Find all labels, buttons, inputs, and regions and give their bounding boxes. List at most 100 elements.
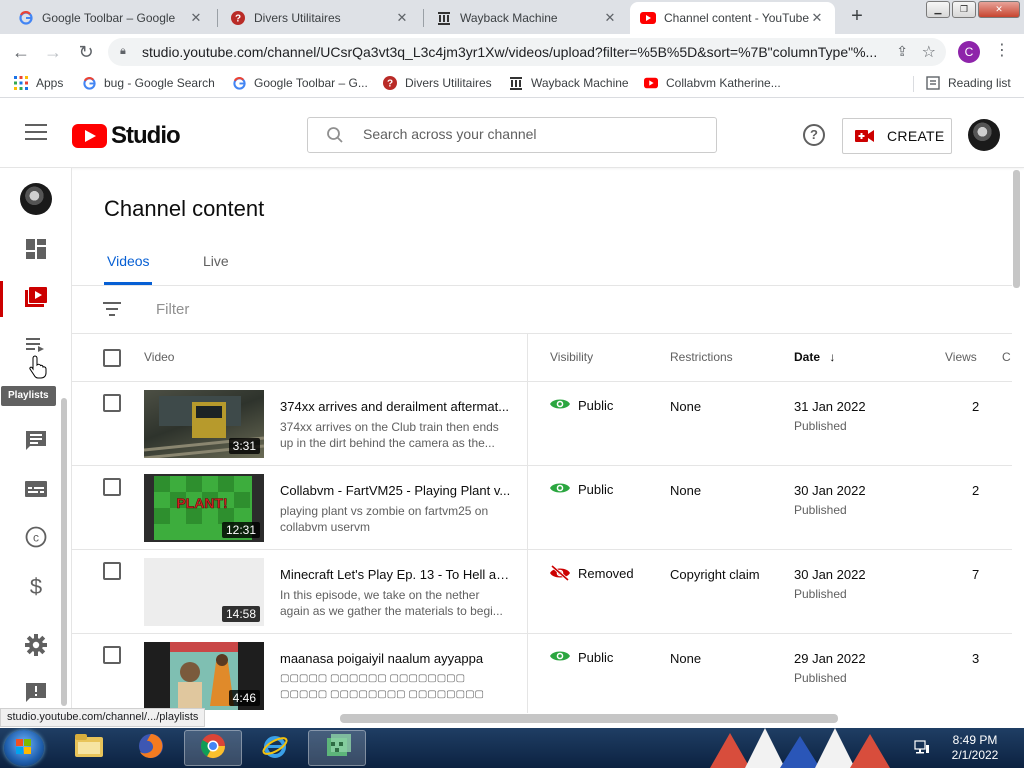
row-checkbox[interactable] bbox=[103, 394, 121, 412]
publish-status: Published bbox=[794, 671, 847, 685]
taskbar-app[interactable] bbox=[308, 730, 366, 766]
close-icon[interactable]: ✕ bbox=[809, 10, 825, 26]
filter-input[interactable]: Filter bbox=[156, 301, 189, 318]
row-checkbox[interactable] bbox=[103, 646, 121, 664]
divider bbox=[72, 285, 1012, 286]
tab-wayback-machine[interactable]: Wayback Machine ✕ bbox=[426, 2, 628, 34]
taskbar-firefox[interactable] bbox=[122, 730, 180, 766]
reload-icon[interactable]: ↻ bbox=[75, 42, 97, 64]
new-tab-button[interactable]: + bbox=[846, 6, 868, 28]
account-avatar[interactable] bbox=[968, 119, 1000, 151]
video-title[interactable]: Minecraft Let's Play Ep. 13 - To Hell an… bbox=[280, 567, 512, 582]
row-checkbox[interactable] bbox=[103, 562, 121, 580]
video-thumbnail[interactable]: PLANT! 12:31 bbox=[144, 474, 264, 542]
visibility-cell[interactable]: Public bbox=[550, 649, 613, 665]
visibility-label: Removed bbox=[578, 565, 634, 581]
video-row[interactable]: 4:46 maanasa poigaiyil naalum ayyappa ▢▢… bbox=[72, 634, 1012, 713]
forward-arrow-icon[interactable]: → bbox=[42, 42, 64, 64]
restrictions-cell[interactable]: Copyright claim bbox=[670, 567, 760, 582]
browser-menu-icon[interactable]: ⋮ bbox=[994, 40, 1010, 60]
taskbar-internet-explorer[interactable] bbox=[246, 730, 304, 766]
column-header-comments[interactable]: C bbox=[1002, 350, 1011, 364]
link-status-bar: studio.youtube.com/channel/.../playlists bbox=[0, 708, 206, 727]
video-thumbnail[interactable]: 4:46 bbox=[144, 642, 264, 710]
rail-scrollbar[interactable] bbox=[61, 398, 67, 706]
row-checkbox[interactable] bbox=[103, 478, 121, 496]
reading-list-button[interactable]: Reading list bbox=[926, 76, 1011, 90]
share-icon[interactable]: ⇪ bbox=[896, 43, 908, 60]
filter-icon[interactable] bbox=[103, 302, 121, 321]
close-window-button[interactable]: ✕ bbox=[978, 1, 1020, 18]
bookmark-google-toolbar[interactable]: Google Toolbar – G... bbox=[232, 76, 368, 90]
restrictions-cell: None bbox=[670, 483, 702, 498]
bookmark-star-icon[interactable]: ☆ bbox=[922, 42, 936, 62]
profile-avatar[interactable]: C bbox=[958, 41, 980, 63]
channel-search-box[interactable] bbox=[307, 117, 717, 153]
horizontal-scrollbar[interactable] bbox=[340, 714, 838, 723]
video-row[interactable]: 14:58 Minecraft Let's Play Ep. 13 - To H… bbox=[72, 550, 1012, 634]
tab-videos[interactable]: Videos bbox=[107, 253, 150, 269]
tab-google-toolbar[interactable]: Google Toolbar – Google ✕ bbox=[8, 2, 214, 34]
visibility-cell[interactable]: Public bbox=[550, 481, 613, 497]
help-icon[interactable]: ? bbox=[803, 124, 825, 146]
tab-title: Google Toolbar – Google bbox=[42, 11, 176, 25]
network-icon[interactable] bbox=[914, 739, 930, 755]
video-title[interactable]: 374xx arrives and derailment aftermat... bbox=[280, 399, 512, 414]
restore-button[interactable]: ❐ bbox=[952, 1, 976, 18]
video-title[interactable]: maanasa poigaiyil naalum ayyappa bbox=[280, 651, 512, 666]
tab-title: Wayback Machine bbox=[460, 11, 558, 25]
select-all-checkbox[interactable] bbox=[103, 349, 121, 367]
playlists-icon bbox=[26, 337, 46, 357]
bookmark-bug-search[interactable]: bug - Google Search bbox=[82, 76, 215, 90]
address-bar[interactable]: 🔒︎ studio.youtube.com/channel/UCsrQa3vt3… bbox=[108, 38, 946, 66]
video-title[interactable]: Collabvm - FartVM25 - Playing Plant v... bbox=[280, 483, 512, 498]
bookmark-label: bug - Google Search bbox=[104, 76, 215, 90]
bookmark-apps[interactable]: Apps bbox=[14, 76, 63, 90]
column-header-restrictions[interactable]: Restrictions bbox=[670, 350, 733, 364]
channel-avatar[interactable] bbox=[20, 183, 52, 215]
bookmark-label: Collabvm Katherine... bbox=[666, 76, 781, 90]
video-row[interactable]: 3:31 374xx arrives and derailment afterm… bbox=[72, 382, 1012, 466]
tab-channel-content[interactable]: Channel content - YouTube ✕ bbox=[630, 2, 835, 34]
windows-start-button[interactable] bbox=[4, 730, 44, 766]
video-description: ▢▢▢▢▢ ▢▢▢▢▢▢ ▢▢▢▢▢▢▢▢ ▢▢▢▢▢ ▢▢▢▢▢▢▢▢ ▢▢▢… bbox=[280, 673, 484, 700]
visibility-cell[interactable]: Public bbox=[550, 397, 613, 413]
column-header-views[interactable]: Views bbox=[945, 350, 977, 364]
divider bbox=[72, 333, 1012, 334]
bookmark-divers-utilitaires[interactable]: ? Divers Utilitaires bbox=[383, 76, 492, 90]
main-vertical-scrollbar[interactable] bbox=[1013, 170, 1020, 288]
video-thumbnail[interactable]: 3:31 bbox=[144, 390, 264, 458]
back-arrow-icon[interactable]: ← bbox=[10, 42, 32, 64]
video-description: 374xx arrives on the Club train then end… bbox=[280, 420, 499, 450]
close-icon[interactable]: ✕ bbox=[602, 10, 618, 26]
tab-live[interactable]: Live bbox=[203, 253, 229, 269]
create-button[interactable]: CREATE bbox=[842, 118, 952, 154]
tab-divers-utilitaires[interactable]: ? Divers Utilitaires ✕ bbox=[220, 2, 420, 34]
rail-item-content[interactable] bbox=[0, 275, 72, 323]
search-input[interactable] bbox=[363, 126, 693, 142]
app-icon bbox=[323, 732, 351, 765]
minimize-button[interactable]: ▁ bbox=[926, 1, 950, 18]
create-label: CREATE bbox=[887, 128, 945, 144]
close-icon[interactable]: ✕ bbox=[394, 10, 410, 26]
visibility-cell[interactable]: Removed bbox=[550, 564, 634, 582]
rail-item-dashboard[interactable] bbox=[0, 227, 72, 275]
close-icon[interactable]: ✕ bbox=[188, 10, 204, 26]
bookmark-wayback-machine[interactable]: Wayback Machine bbox=[509, 76, 629, 90]
eye-off-icon bbox=[550, 564, 570, 582]
taskbar-clock[interactable]: 8:49 PM 2/1/2022 bbox=[942, 733, 1008, 763]
hamburger-menu-icon[interactable] bbox=[25, 124, 47, 142]
youtube-studio-logo[interactable]: Studio bbox=[72, 122, 181, 150]
column-header-date[interactable]: Date ↓ bbox=[794, 350, 835, 364]
column-header-visibility[interactable]: Visibility bbox=[550, 350, 593, 364]
bookmark-collabvm[interactable]: Collabvm Katherine... bbox=[644, 76, 781, 90]
taskbar-explorer[interactable] bbox=[60, 730, 118, 766]
bookmark-label: Google Toolbar – G... bbox=[254, 76, 368, 90]
video-thumbnail[interactable]: 14:58 bbox=[144, 558, 264, 626]
date-cell: 30 Jan 2022 bbox=[794, 567, 866, 582]
date-cell: 30 Jan 2022 bbox=[794, 483, 866, 498]
taskbar-chrome[interactable] bbox=[184, 730, 242, 766]
date-cell: 29 Jan 2022 bbox=[794, 651, 866, 666]
youtube-icon bbox=[644, 76, 658, 90]
video-row[interactable]: PLANT! 12:31 Collabvm - FartVM25 - Playi… bbox=[72, 466, 1012, 550]
